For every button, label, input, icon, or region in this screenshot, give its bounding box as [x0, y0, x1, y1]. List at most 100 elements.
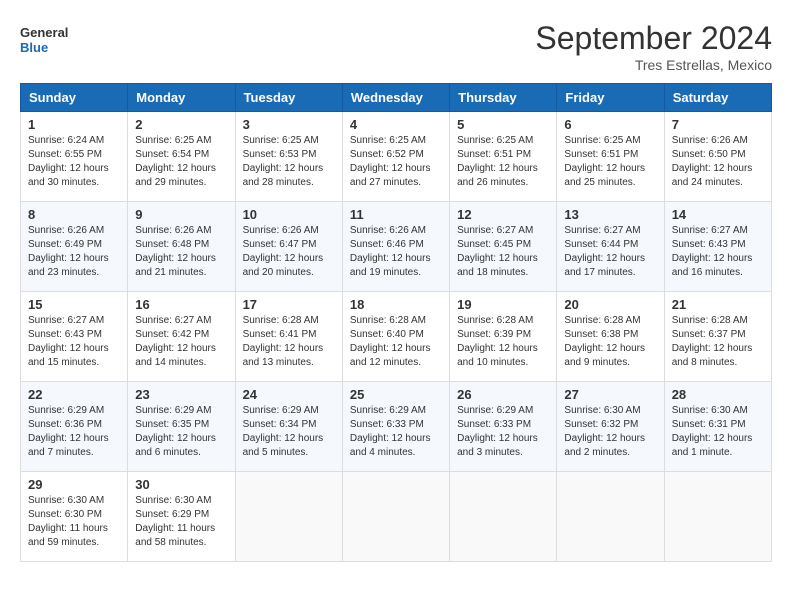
- day-number: 23: [135, 387, 227, 402]
- day-header-monday: Monday: [128, 84, 235, 112]
- calendar-day-29: 29Sunrise: 6:30 AM Sunset: 6:30 PM Dayli…: [21, 472, 128, 562]
- calendar-day-23: 23 Sunrise: 6:29 AM Sunset: 6:35 PM Dayli…: [128, 382, 235, 472]
- day-number: 14: [672, 207, 764, 222]
- day-number: 12: [457, 207, 549, 222]
- calendar-week-5: 29Sunrise: 6:30 AM Sunset: 6:30 PM Dayli…: [21, 472, 772, 562]
- day-number: 6: [564, 117, 656, 132]
- calendar-day-20: 20Sunrise: 6:28 AM Sunset: 6:38 PM Dayli…: [557, 292, 664, 382]
- calendar-day-24: 24 Sunrise: 6:29 AM Sunset: 6:34 PM Dayli…: [235, 382, 342, 472]
- calendar-day-2: 2Sunrise: 6:25 AM Sunset: 6:54 PM Daylig…: [128, 112, 235, 202]
- calendar-day-19: 19Sunrise: 6:28 AM Sunset: 6:39 PM Dayli…: [450, 292, 557, 382]
- empty-cell: [450, 472, 557, 562]
- day-number: 3: [243, 117, 335, 132]
- day-content: Sunrise: 6:24 AM Sunset: 6:55 PM Dayligh…: [28, 134, 120, 190]
- calendar-day-16: 16 Sunrise: 6:27 AM Sunset: 6:42 PM Dayli…: [128, 292, 235, 382]
- calendar-day-11: 11 Sunrise: 6:26 AM Sunset: 6:46 PM Dayli…: [342, 202, 449, 292]
- calendar-week-3: 15 Sunrise: 6:27 AM Sunset: 6:43 PM Dayli…: [21, 292, 772, 382]
- day-number: 26: [457, 387, 549, 402]
- svg-text:Blue: Blue: [20, 40, 48, 55]
- day-number: 27: [564, 387, 656, 402]
- day-number: 8: [28, 207, 120, 222]
- day-content: Sunrise: 6:27 AM Sunset: 6:42 PM Dayligh…: [135, 314, 227, 370]
- logo: General Blue: [20, 20, 70, 60]
- day-number: 20: [564, 297, 656, 312]
- calendar-day-5: 5 Sunrise: 6:25 AM Sunset: 6:51 PM Daylig…: [450, 112, 557, 202]
- calendar-day-13: 13 Sunrise: 6:27 AM Sunset: 6:44 PM Dayli…: [557, 202, 664, 292]
- day-content: Sunrise: 6:28 AM Sunset: 6:39 PM Dayligh…: [457, 314, 549, 370]
- calendar-table: SundayMondayTuesdayWednesdayThursdayFrid…: [20, 83, 772, 562]
- calendar-day-15: 15 Sunrise: 6:27 AM Sunset: 6:43 PM Dayli…: [21, 292, 128, 382]
- calendar-day-3: 3 Sunrise: 6:25 AM Sunset: 6:53 PM Daylig…: [235, 112, 342, 202]
- empty-cell: [235, 472, 342, 562]
- day-number: 10: [243, 207, 335, 222]
- day-number: 30: [135, 477, 227, 492]
- day-header-tuesday: Tuesday: [235, 84, 342, 112]
- day-content: Sunrise: 6:30 AM Sunset: 6:31 PM Dayligh…: [672, 404, 764, 460]
- day-content: Sunrise: 6:28 AM Sunset: 6:37 PM Dayligh…: [672, 314, 764, 370]
- day-content: Sunrise: 6:30 AM Sunset: 6:29 PM Dayligh…: [135, 494, 227, 550]
- calendar-day-12: 12 Sunrise: 6:27 AM Sunset: 6:45 PM Dayli…: [450, 202, 557, 292]
- calendar-day-1: 1 Sunrise: 6:24 AM Sunset: 6:55 PM Daylig…: [21, 112, 128, 202]
- empty-cell: [342, 472, 449, 562]
- day-number: 5: [457, 117, 549, 132]
- day-content: Sunrise: 6:26 AM Sunset: 6:49 PM Dayligh…: [28, 224, 120, 280]
- day-content: Sunrise: 6:28 AM Sunset: 6:41 PM Dayligh…: [243, 314, 335, 370]
- day-header-wednesday: Wednesday: [342, 84, 449, 112]
- day-number: 17: [243, 297, 335, 312]
- calendar-day-8: 8 Sunrise: 6:26 AM Sunset: 6:49 PM Daylig…: [21, 202, 128, 292]
- calendar-day-10: 10 Sunrise: 6:26 AM Sunset: 6:47 PM Dayli…: [235, 202, 342, 292]
- calendar-day-26: 26 Sunrise: 6:29 AM Sunset: 6:33 PM Dayli…: [450, 382, 557, 472]
- day-number: 28: [672, 387, 764, 402]
- day-number: 2: [135, 117, 227, 132]
- day-content: Sunrise: 6:27 AM Sunset: 6:45 PM Dayligh…: [457, 224, 549, 280]
- day-content: Sunrise: 6:27 AM Sunset: 6:44 PM Dayligh…: [564, 224, 656, 280]
- day-content: Sunrise: 6:27 AM Sunset: 6:43 PM Dayligh…: [672, 224, 764, 280]
- day-content: Sunrise: 6:25 AM Sunset: 6:53 PM Dayligh…: [243, 134, 335, 190]
- logo-svg: General Blue: [20, 20, 70, 60]
- day-number: 25: [350, 387, 442, 402]
- day-content: Sunrise: 6:27 AM Sunset: 6:43 PM Dayligh…: [28, 314, 120, 370]
- calendar-day-22: 22Sunrise: 6:29 AM Sunset: 6:36 PM Dayli…: [21, 382, 128, 472]
- calendar-header-row: SundayMondayTuesdayWednesdayThursdayFrid…: [21, 84, 772, 112]
- day-header-sunday: Sunday: [21, 84, 128, 112]
- calendar-week-1: 1 Sunrise: 6:24 AM Sunset: 6:55 PM Daylig…: [21, 112, 772, 202]
- day-content: Sunrise: 6:26 AM Sunset: 6:47 PM Dayligh…: [243, 224, 335, 280]
- day-header-thursday: Thursday: [450, 84, 557, 112]
- day-content: Sunrise: 6:29 AM Sunset: 6:34 PM Dayligh…: [243, 404, 335, 460]
- day-number: 24: [243, 387, 335, 402]
- day-content: Sunrise: 6:29 AM Sunset: 6:35 PM Dayligh…: [135, 404, 227, 460]
- day-number: 18: [350, 297, 442, 312]
- day-number: 13: [564, 207, 656, 222]
- day-content: Sunrise: 6:29 AM Sunset: 6:33 PM Dayligh…: [457, 404, 549, 460]
- calendar-day-7: 7Sunrise: 6:26 AM Sunset: 6:50 PM Daylig…: [664, 112, 771, 202]
- empty-cell: [664, 472, 771, 562]
- calendar-week-4: 22Sunrise: 6:29 AM Sunset: 6:36 PM Dayli…: [21, 382, 772, 472]
- day-content: Sunrise: 6:30 AM Sunset: 6:30 PM Dayligh…: [28, 494, 120, 550]
- calendar-day-9: 9Sunrise: 6:26 AM Sunset: 6:48 PM Daylig…: [128, 202, 235, 292]
- day-header-saturday: Saturday: [664, 84, 771, 112]
- calendar-day-25: 25 Sunrise: 6:29 AM Sunset: 6:33 PM Dayli…: [342, 382, 449, 472]
- day-content: Sunrise: 6:29 AM Sunset: 6:33 PM Dayligh…: [350, 404, 442, 460]
- day-number: 21: [672, 297, 764, 312]
- day-number: 1: [28, 117, 120, 132]
- calendar-day-28: 28 Sunrise: 6:30 AM Sunset: 6:31 PM Dayli…: [664, 382, 771, 472]
- calendar-day-30: 30 Sunrise: 6:30 AM Sunset: 6:29 PM Dayli…: [128, 472, 235, 562]
- day-number: 16: [135, 297, 227, 312]
- calendar-day-27: 27Sunrise: 6:30 AM Sunset: 6:32 PM Dayli…: [557, 382, 664, 472]
- day-number: 11: [350, 207, 442, 222]
- page-header: General Blue September 2024 Tres Estrell…: [20, 20, 772, 73]
- location-subtitle: Tres Estrellas, Mexico: [535, 57, 772, 73]
- day-content: Sunrise: 6:26 AM Sunset: 6:50 PM Dayligh…: [672, 134, 764, 190]
- calendar-day-6: 6Sunrise: 6:25 AM Sunset: 6:51 PM Daylig…: [557, 112, 664, 202]
- day-content: Sunrise: 6:26 AM Sunset: 6:46 PM Dayligh…: [350, 224, 442, 280]
- day-content: Sunrise: 6:25 AM Sunset: 6:51 PM Dayligh…: [457, 134, 549, 190]
- day-number: 15: [28, 297, 120, 312]
- day-number: 22: [28, 387, 120, 402]
- empty-cell: [557, 472, 664, 562]
- day-number: 4: [350, 117, 442, 132]
- day-content: Sunrise: 6:28 AM Sunset: 6:40 PM Dayligh…: [350, 314, 442, 370]
- svg-text:General: General: [20, 25, 68, 40]
- month-title: September 2024: [535, 20, 772, 57]
- day-header-friday: Friday: [557, 84, 664, 112]
- calendar-day-4: 4Sunrise: 6:25 AM Sunset: 6:52 PM Daylig…: [342, 112, 449, 202]
